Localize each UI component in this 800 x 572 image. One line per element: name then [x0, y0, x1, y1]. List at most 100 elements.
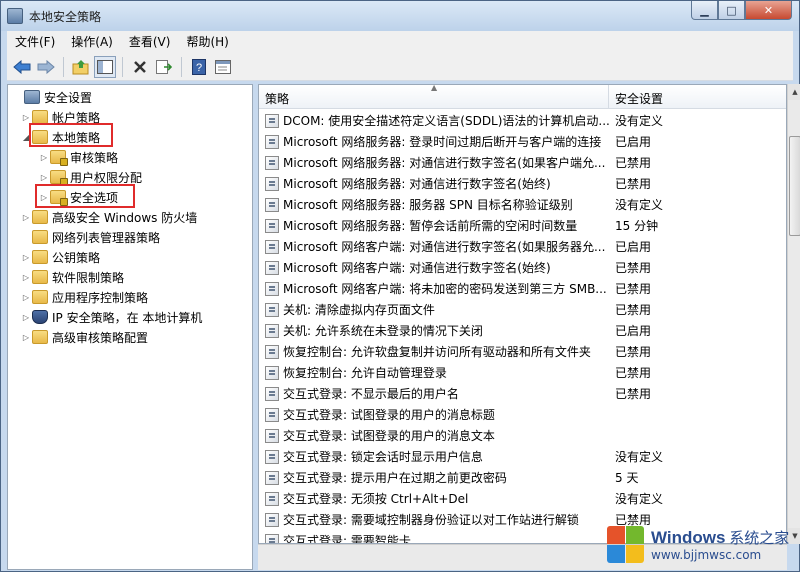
highlight-box [29, 123, 113, 147]
properties-icon [215, 59, 231, 74]
table-row[interactable]: 关机: 允许系统在未登录的情况下关闭 已启用 [259, 320, 786, 341]
policy-setting: 没有定义 [615, 198, 664, 212]
app-icon [7, 8, 23, 24]
policy-name: Microsoft 网络客户端: 对通信进行数字签名(如果服务器允... [283, 240, 606, 254]
policy-name: Microsoft 网络服务器: 服务器 SPN 目标名称验证级别 [283, 198, 573, 212]
back-button[interactable] [11, 56, 33, 78]
column-header-policy[interactable]: 策略 [265, 90, 289, 107]
table-row[interactable]: DCOM: 使用安全描述符定义语言(SDDL)语法的计算机启动... 没有定义 [259, 110, 786, 131]
tree-item-label: 公钥策略 [52, 250, 101, 265]
policy-name: Microsoft 网络客户端: 将未加密的密码发送到第三方 SMB... [283, 282, 607, 296]
column-header-setting[interactable]: 安全设置 [615, 90, 663, 107]
expand-arrow-icon[interactable]: ▷ [20, 313, 32, 322]
policy-icon [265, 407, 279, 422]
policy-list: ▲ 策略 安全设置 DCOM: 使用安全描述符定义语言(SDDL)语法的计算机启… [258, 84, 787, 544]
policy-setting: 15 分钟 [615, 219, 659, 233]
table-row[interactable]: Microsoft 网络客户端: 对通信进行数字签名(始终) 已禁用 [259, 257, 786, 278]
properties-button[interactable] [212, 56, 234, 78]
table-row[interactable]: 交互式登录: 锁定会话时显示用户信息 没有定义 [259, 446, 786, 467]
column-divider[interactable] [608, 85, 609, 109]
table-row[interactable]: 交互式登录: 提示用户在过期之前更改密码 5 天 [259, 467, 786, 488]
expand-arrow-icon[interactable]: ▷ [38, 153, 50, 162]
table-row[interactable]: 恢复控制台: 允许软盘复制并访问所有驱动器和所有文件夹 已禁用 [259, 341, 786, 362]
show-hide-tree-button[interactable] [94, 55, 116, 78]
help-button[interactable]: ? [188, 56, 210, 78]
tree-item-label: 软件限制策略 [52, 270, 125, 285]
tree-item-app-control[interactable]: ▷ 应用程序控制策略 [20, 287, 148, 307]
delete-button[interactable] [129, 56, 151, 78]
policy-setting: 已禁用 [615, 387, 652, 401]
expand-arrow-icon[interactable]: ▷ [38, 173, 50, 182]
shield-icon [32, 310, 48, 324]
expand-arrow-icon[interactable]: ▷ [20, 273, 32, 282]
policy-icon [265, 512, 279, 527]
policy-icon [265, 176, 279, 191]
folder-icon [32, 250, 48, 264]
help-icon: ? [192, 58, 206, 75]
delete-icon [134, 60, 146, 73]
table-row[interactable]: 交互式登录: 不显示最后的用户名 已禁用 [259, 383, 786, 404]
policy-name: DCOM: 使用安全描述符定义语言(SDDL)语法的计算机启动... [283, 114, 610, 128]
vertical-scrollbar[interactable]: ▲ ▼ [787, 84, 800, 544]
policy-setting: 已禁用 [615, 261, 652, 275]
folder-icon [32, 330, 48, 344]
tree-item-audit-policy[interactable]: ▷ 审核策略 [38, 147, 118, 167]
table-row[interactable]: 交互式登录: 试图登录的用户的消息文本 [259, 425, 786, 446]
menu-action[interactable]: 操作(A) [63, 32, 121, 52]
maximize-button[interactable]: □ [718, 1, 745, 20]
table-row[interactable]: 恢复控制台: 允许自动管理登录 已禁用 [259, 362, 786, 383]
policy-icon [265, 218, 279, 233]
tree-item-security-settings[interactable]: 安全设置 [12, 87, 92, 107]
tree-item-advanced-audit[interactable]: ▷ 高级审核策略配置 [20, 327, 148, 347]
scroll-up-icon[interactable]: ▲ [788, 84, 800, 100]
expand-arrow-icon[interactable]: ▷ [20, 293, 32, 302]
expand-arrow-icon[interactable]: ▷ [20, 213, 32, 222]
policy-icon [265, 491, 279, 506]
table-row[interactable]: Microsoft 网络服务器: 登录时间过期后断开与客户端的连接 已启用 [259, 131, 786, 152]
policy-name: Microsoft 网络服务器: 登录时间过期后断开与客户端的连接 [283, 135, 602, 149]
highlight-box [35, 184, 135, 208]
policy-icon [265, 386, 279, 401]
tree-item-software-restriction[interactable]: ▷ 软件限制策略 [20, 267, 124, 287]
policy-icon [265, 155, 279, 170]
tree-item-label: 安全设置 [44, 90, 93, 105]
folder-lock-icon [50, 170, 68, 186]
table-row[interactable]: Microsoft 网络服务器: 服务器 SPN 目标名称验证级别 没有定义 [259, 194, 786, 215]
column-header-row: ▲ 策略 安全设置 [259, 85, 786, 109]
windows-logo-icon [605, 524, 645, 564]
close-button[interactable]: ✕ [745, 1, 792, 20]
table-row[interactable]: Microsoft 网络服务器: 对通信进行数字签名(始终) 已禁用 [259, 173, 786, 194]
expand-arrow-icon[interactable]: ▷ [20, 253, 32, 262]
policy-name: Microsoft 网络服务器: 对通信进行数字签名(如果客户端允... [283, 156, 606, 170]
forward-button[interactable] [35, 56, 57, 78]
table-row[interactable]: Microsoft 网络服务器: 暂停会话前所需的空闲时间数量 15 分钟 [259, 215, 786, 236]
policy-icon [265, 281, 279, 296]
table-row[interactable]: Microsoft 网络服务器: 对通信进行数字签名(如果客户端允... 已禁用 [259, 152, 786, 173]
policy-icon [265, 134, 279, 149]
menu-view[interactable]: 查看(V) [121, 32, 179, 52]
tree-item-firewall[interactable]: ▷ 高级安全 Windows 防火墙 [20, 207, 197, 227]
close-icon: ✕ [763, 3, 774, 17]
table-row[interactable]: 交互式登录: 无须按 Ctrl+Alt+Del 没有定义 [259, 488, 786, 509]
table-row[interactable]: 关机: 清除虚拟内存页面文件 已禁用 [259, 299, 786, 320]
tree-item-ip-security[interactable]: ▷ IP 安全策略，在 本地计算机 [20, 307, 202, 327]
tree-item-public-key[interactable]: ▷ 公钥策略 [20, 247, 100, 267]
table-row[interactable]: Microsoft 网络客户端: 将未加密的密码发送到第三方 SMB... 已禁用 [259, 278, 786, 299]
table-row[interactable]: 交互式登录: 试图登录的用户的消息标题 [259, 404, 786, 425]
export-list-button[interactable] [153, 56, 175, 78]
policy-icon [265, 239, 279, 254]
tree-item-label: 网络列表管理器策略 [52, 230, 161, 245]
policy-name: 交互式登录: 锁定会话时显示用户信息 [283, 450, 483, 464]
up-folder-button[interactable] [70, 56, 92, 78]
scroll-thumb[interactable] [789, 136, 800, 236]
minimize-icon: ▁ [700, 3, 709, 17]
tree-item-network-list[interactable]: 网络列表管理器策略 [20, 227, 160, 247]
menu-help[interactable]: 帮助(H) [178, 32, 236, 52]
minimize-button[interactable]: ▁ [691, 1, 718, 20]
expand-arrow-icon[interactable]: ▷ [20, 333, 32, 342]
table-row[interactable]: Microsoft 网络客户端: 对通信进行数字签名(如果服务器允... 已启用 [259, 236, 786, 257]
menu-file[interactable]: 文件(F) [7, 32, 63, 52]
expand-arrow-icon[interactable]: ▷ [20, 113, 32, 122]
tree-item-label: 高级审核策略配置 [52, 330, 149, 345]
policy-setting: 没有定义 [615, 492, 664, 506]
